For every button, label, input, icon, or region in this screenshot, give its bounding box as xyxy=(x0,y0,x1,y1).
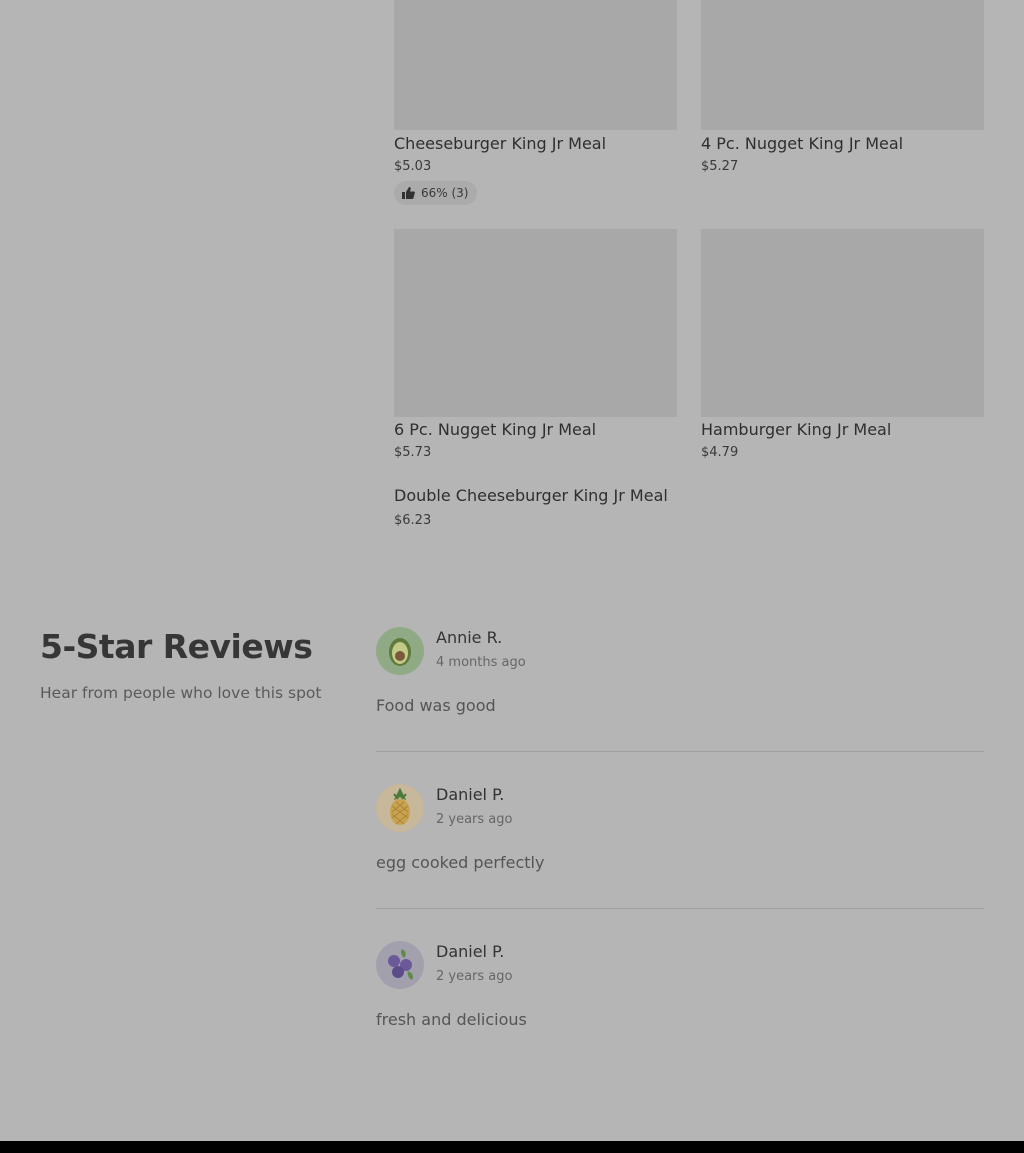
menu-item-price: $5.27 xyxy=(701,159,739,174)
menu-item-image xyxy=(701,229,984,417)
menu-item-title: Cheeseburger King Jr Meal xyxy=(394,134,607,153)
menu-item-title: Hamburger King Jr Meal xyxy=(701,420,892,439)
review-date: 2 years ago xyxy=(436,969,513,984)
menu-item-card[interactable]: 6 Pc. Nugget King Jr Meal $5.73 xyxy=(394,229,677,469)
menu-item-title: Double Cheeseburger King Jr Meal xyxy=(394,486,668,505)
blueberries-icon xyxy=(388,949,413,980)
rating-badge: 66% (3) xyxy=(394,181,478,205)
menu-item-title: 4 Pc. Nugget King Jr Meal xyxy=(701,134,904,153)
reviews-title: 5-Star Reviews xyxy=(40,627,313,666)
reviewer-name: Daniel P. xyxy=(436,942,505,961)
reviewer-name: Annie R. xyxy=(436,628,503,647)
review-item: Annie R. 4 months ago Food was good xyxy=(376,627,984,717)
review-item: Daniel P. 2 years ago egg cooked perfect… xyxy=(376,784,984,874)
avatar xyxy=(376,941,424,989)
menu-item-image xyxy=(394,0,677,130)
menu-item-card[interactable]: 4 Pc. Nugget King Jr Meal $5.27 xyxy=(701,0,984,180)
menu-item-image xyxy=(701,0,984,130)
review-date: 2 years ago xyxy=(436,812,513,827)
avocado-icon xyxy=(389,638,411,666)
rating-text: 66% (3) xyxy=(421,186,469,200)
divider xyxy=(376,908,984,909)
menu-item-title: 6 Pc. Nugget King Jr Meal xyxy=(394,420,597,439)
avatar xyxy=(376,627,424,675)
divider xyxy=(376,751,984,752)
menu-item-card[interactable]: Double Cheeseburger King Jr Meal $6.23 xyxy=(394,486,677,536)
reviews-subtitle: Hear from people who love this spot xyxy=(40,684,322,702)
thumbs-up-icon xyxy=(402,187,415,199)
menu-item-card[interactable]: Cheeseburger King Jr Meal $5.03 66% (3) xyxy=(394,0,677,210)
menu-item-price: $6.23 xyxy=(394,513,432,528)
reviewer-name: Daniel P. xyxy=(436,785,505,804)
menu-item-price: $4.79 xyxy=(701,445,739,460)
review-text: Food was good xyxy=(376,696,496,715)
menu-item-price: $5.03 xyxy=(394,159,432,174)
menu-item-image xyxy=(394,229,677,417)
menu-item-price: $5.73 xyxy=(394,445,432,460)
review-text: fresh and delicious xyxy=(376,1010,527,1029)
pineapple-icon xyxy=(390,787,410,825)
avatar xyxy=(376,784,424,832)
menu-item-card[interactable]: Hamburger King Jr Meal $4.79 xyxy=(701,229,984,469)
footer xyxy=(0,1141,1024,1153)
review-item: Daniel P. 2 years ago fresh and deliciou… xyxy=(376,941,984,1031)
review-date: 4 months ago xyxy=(436,655,526,670)
review-text: egg cooked perfectly xyxy=(376,853,545,872)
